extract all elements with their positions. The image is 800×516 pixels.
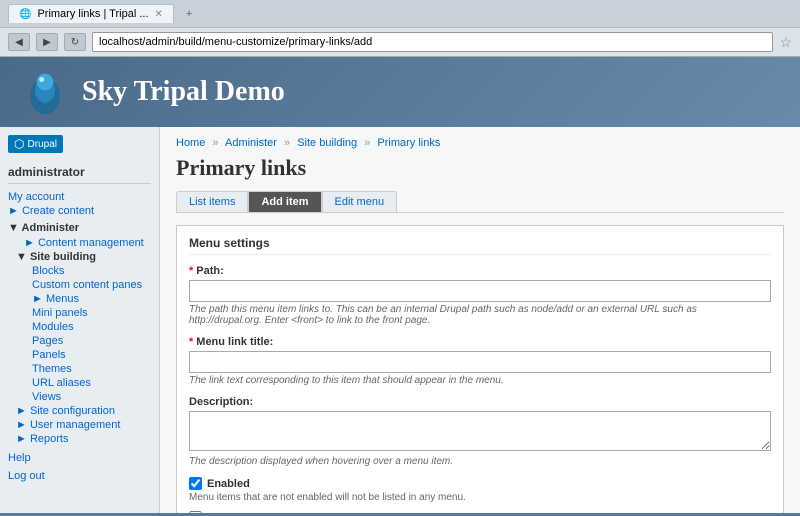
sidebar-my-account[interactable]: My account (8, 190, 151, 204)
sidebar-help[interactable]: Help (8, 446, 151, 466)
sidebar-logout[interactable]: Log out (8, 466, 151, 486)
site-title: Sky Tripal Demo (82, 76, 285, 108)
sidebar: ⬡ Drupal administrator My account ► Crea… (0, 127, 160, 513)
breadcrumb-primary-links[interactable]: Primary links (377, 137, 440, 149)
sidebar-mini-panels[interactable]: Mini panels (8, 306, 151, 320)
required-star-path: * (189, 265, 193, 277)
menu-settings-section: Menu settings * Path: The path this menu… (176, 225, 784, 513)
address-bar-input[interactable] (92, 32, 773, 52)
menu-link-title-group: * Menu link title: The link text corresp… (189, 336, 771, 386)
arrow-icon: ► (24, 237, 38, 249)
arrow-icon: ► (16, 419, 30, 431)
sidebar-blocks[interactable]: Blocks (8, 264, 151, 278)
sidebar-pages[interactable]: Pages (8, 334, 151, 348)
enabled-description: Menu items that are not enabled will not… (189, 492, 771, 503)
menu-link-title-input[interactable] (189, 351, 771, 373)
tabs-bar: List items Add item Edit menu (176, 191, 784, 213)
breadcrumb-sep-2: » (284, 137, 290, 149)
path-field-group: * Path: The path this menu item links to… (189, 265, 771, 326)
drupal-logo-icon (20, 67, 70, 117)
tab-edit-menu[interactable]: Edit menu (322, 191, 398, 212)
arrow-down-icon: ▼ (8, 222, 22, 234)
sidebar-user-management[interactable]: ► User management (8, 418, 151, 432)
breadcrumb: Home » Administer » Site building » Prim… (176, 137, 784, 149)
description-label: Description: (189, 396, 771, 408)
enabled-group: Enabled Menu items that are not enabled … (189, 477, 771, 503)
arrow-down-icon: ▼ (16, 251, 30, 263)
arrow-icon: ► (32, 293, 46, 305)
menu-link-title-label: * Menu link title: (189, 336, 771, 348)
sidebar-menus[interactable]: ► Menus (8, 292, 151, 306)
breadcrumb-site-building[interactable]: Site building (297, 137, 357, 149)
expanded-checkbox[interactable] (189, 511, 202, 513)
forward-button[interactable]: ▶ (36, 33, 58, 51)
description-field-group: Description: The description displayed w… (189, 396, 771, 467)
sidebar-views[interactable]: Views (8, 390, 151, 404)
tab-title: Primary links | Tripal ... (37, 8, 148, 20)
description-field-desc: The description displayed when hovering … (189, 456, 771, 467)
browser-tab[interactable]: 🌐 Primary links | Tripal ... ✕ (8, 4, 174, 23)
path-label: * Path: (189, 265, 771, 277)
admin-username: administrator (8, 161, 151, 184)
drupal-badge: ⬡ Drupal (8, 135, 63, 153)
tab-favicon-icon: 🌐 (19, 9, 31, 20)
breadcrumb-sep-3: » (364, 137, 370, 149)
sidebar-panels[interactable]: Panels (8, 348, 151, 362)
enabled-label: Enabled (207, 478, 250, 490)
breadcrumb-sep-1: » (212, 137, 218, 149)
bookmark-icon[interactable]: ☆ (779, 34, 792, 51)
arrow-icon: ► (8, 205, 22, 217)
drupal-badge-icon: ⬡ (14, 137, 24, 151)
sidebar-administer: ▼ Administer (8, 218, 151, 236)
sidebar-custom-content-panes[interactable]: Custom content panes (8, 278, 151, 292)
sidebar-modules[interactable]: Modules (8, 320, 151, 334)
sidebar-themes[interactable]: Themes (8, 362, 151, 376)
expanded-label: Expanded (207, 512, 260, 514)
tab-add-item[interactable]: Add item (248, 191, 321, 212)
breadcrumb-administer[interactable]: Administer (225, 137, 277, 149)
required-star-title: * (189, 336, 193, 348)
main-content: Home » Administer » Site building » Prim… (160, 127, 800, 513)
breadcrumb-home[interactable]: Home (176, 137, 205, 149)
sidebar-reports[interactable]: ► Reports (8, 432, 151, 446)
enabled-checkbox[interactable] (189, 477, 202, 490)
form-section-title: Menu settings (189, 236, 771, 255)
tab-close-icon[interactable]: ✕ (155, 9, 163, 20)
path-input[interactable] (189, 280, 771, 302)
sidebar-site-building: ▼ Site building (8, 250, 151, 264)
description-textarea[interactable] (189, 411, 771, 451)
menu-link-title-description: The link text corresponding to this item… (189, 375, 771, 386)
arrow-icon: ► (16, 405, 30, 417)
path-description: The path this menu item links to. This c… (189, 304, 771, 326)
expanded-group: Expanded If selected and this menu item … (189, 511, 771, 513)
page-title: Primary links (176, 155, 784, 181)
new-tab-button[interactable]: + (180, 5, 198, 23)
back-button[interactable]: ◀ (8, 33, 30, 51)
sidebar-url-aliases[interactable]: URL aliases (8, 376, 151, 390)
tab-list-items[interactable]: List items (176, 191, 248, 212)
arrow-icon: ► (16, 433, 30, 445)
sidebar-content-management[interactable]: ► Content management (8, 236, 151, 250)
sidebar-site-configuration[interactable]: ► Site configuration (8, 404, 151, 418)
site-header: Sky Tripal Demo (0, 57, 800, 127)
refresh-button[interactable]: ↻ (64, 33, 86, 51)
sidebar-create-content[interactable]: ► Create content (8, 204, 151, 218)
